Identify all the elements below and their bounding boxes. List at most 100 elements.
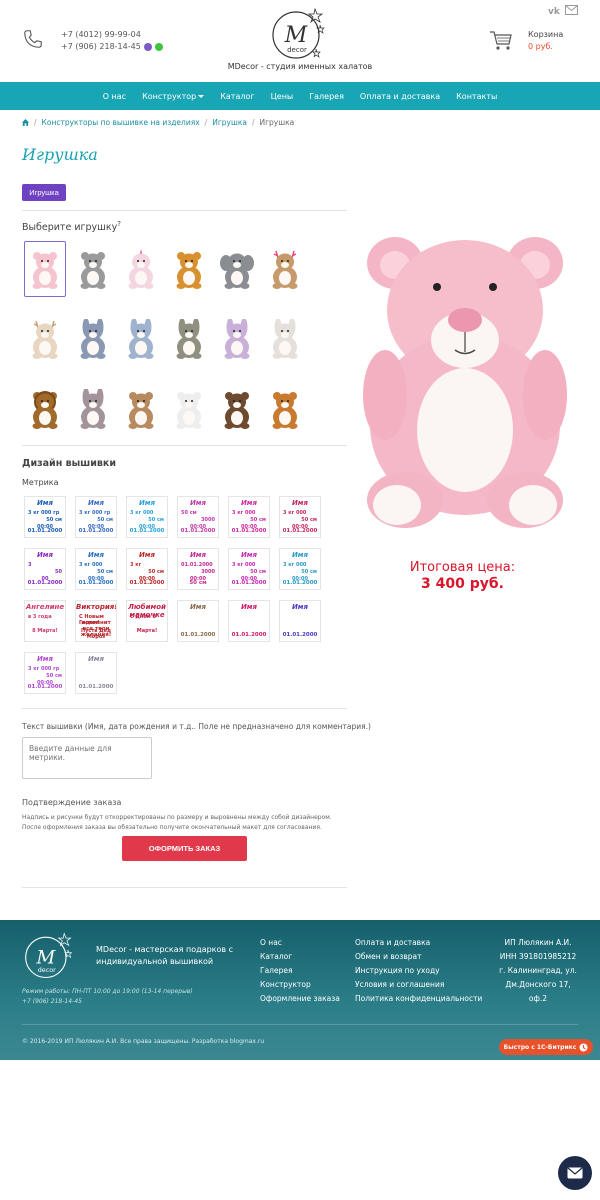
toy-option[interactable] — [72, 311, 114, 367]
footer-link-constructor[interactable]: Конструктор — [260, 978, 340, 992]
toy-option[interactable] — [264, 381, 306, 437]
design-option[interactable]: Имя 3 кг 000 50 см 01.01.2000 00:00 — [75, 548, 117, 590]
order-button[interactable]: ОФОРМИТЬ ЗАКАЗ — [122, 836, 247, 861]
chat-button[interactable] — [558, 1156, 592, 1190]
toy-option[interactable] — [120, 241, 162, 297]
design-option[interactable]: Имя 3 50 01.01.2000 00 — [24, 548, 66, 590]
design-text: 50 см — [181, 510, 197, 516]
footer-phone[interactable]: +7 (906) 218-14-45 — [22, 997, 193, 1007]
design-option[interactable]: Ангелине в 3 года 8 Марта! — [24, 600, 66, 642]
nav-catalog[interactable]: Каталог — [212, 92, 262, 101]
phone-2[interactable]: +7 (906) 218-14-45 — [61, 41, 141, 53]
social-links: vk — [548, 5, 578, 15]
mail-icon[interactable] — [565, 5, 578, 15]
choose-toy-label: Выберите игрушку? — [22, 220, 121, 233]
design-text: 00:00 — [241, 576, 257, 582]
phone-1[interactable]: +7 (4012) 99-99-04 — [61, 29, 163, 41]
nav-payment[interactable]: Оплата и доставка — [352, 92, 448, 101]
footer-link-returns[interactable]: Обмен и возврат — [355, 950, 482, 964]
toy-option[interactable] — [120, 311, 162, 367]
design-option[interactable]: Имя 01.01.2000 — [228, 600, 270, 642]
divider — [22, 445, 347, 446]
footer-link-care[interactable]: Инструкция по уходу — [355, 964, 482, 978]
design-option[interactable]: Имя 50 см 3000 01.01.2000 00:00 — [177, 496, 219, 538]
design-option[interactable]: Имя 3 кг 000 50 см 01.01.2000 00:00 — [228, 496, 270, 538]
page-title: Игрушка — [22, 145, 98, 164]
design-option[interactable]: Имя 01.01.2000 — [75, 652, 117, 694]
toy-option[interactable] — [168, 311, 210, 367]
footer-link-gallery[interactable]: Галерея — [260, 964, 340, 978]
toy-option[interactable] — [120, 381, 162, 437]
footer-link-terms[interactable]: Условия и соглашения — [355, 978, 482, 992]
toy-bunny-image — [272, 319, 298, 359]
toy-option[interactable] — [216, 381, 258, 437]
design-option[interactable]: Имя 3 кг 000 50 см 01.01.2000 00:00 — [126, 496, 168, 538]
footer-about: MDecor - мастерская подарков с индивидуа… — [96, 945, 234, 966]
design-text: 00:00 — [292, 576, 308, 582]
nav-constructor[interactable]: Конструктор — [134, 92, 212, 101]
design-text: 00:00 — [139, 524, 155, 530]
design-option[interactable]: Имя 3 кг 000 гр 50 см 01.01.2000 00:00 — [75, 496, 117, 538]
toy-tiger-image — [272, 392, 298, 429]
design-option[interactable]: Имя 01.01.2000 — [177, 600, 219, 642]
design-text: 00:00 — [139, 576, 155, 582]
design-text: 00:00 — [292, 524, 308, 530]
design-option[interactable]: Имя 3 кг 50 см 01.01.2000 00:00 — [126, 548, 168, 590]
toy-option[interactable] — [24, 311, 66, 367]
design-text: 50 см — [97, 517, 113, 523]
design-text: 50 см — [46, 517, 62, 523]
design-option[interactable]: Имя 3 кг 000 50 см 01.01.2000 00:00 — [228, 548, 270, 590]
toy-option[interactable] — [168, 241, 210, 297]
design-option[interactable]: Имя 01.01.2000 3000 50 см 00:00 — [177, 548, 219, 590]
nav-prices[interactable]: Цены — [263, 92, 302, 101]
category-tag-button[interactable]: Игрушка — [22, 184, 66, 201]
design-text: 50 см — [97, 569, 113, 575]
toy-option[interactable] — [24, 241, 66, 297]
breadcrumb: / Конструкторы по вышивке на изделиях / … — [22, 118, 294, 127]
bitrix-badge[interactable]: Быстро с 1С-Битрикс — [499, 1039, 593, 1055]
toy-option[interactable] — [72, 241, 114, 297]
toy-option[interactable] — [24, 381, 66, 437]
design-option[interactable]: Виктория! С Новым Годом! исполнит все твои… — [75, 600, 117, 642]
footer-link-order[interactable]: Оформление заказа — [260, 992, 340, 1006]
design-option[interactable]: Имя 3 кг 000 гр 50 см 01.01.2000 00:00 — [24, 496, 66, 538]
breadcrumb-constructors[interactable]: Конструкторы по вышивке на изделиях — [42, 118, 200, 127]
design-text: Ангелине — [25, 603, 65, 611]
design-text: 3 — [28, 562, 32, 568]
footer-link-payment[interactable]: Оплата и доставка — [355, 936, 482, 950]
footer-link-privacy[interactable]: Политика конфиденциальности — [355, 992, 482, 1006]
design-option[interactable]: Имя 01.01.2000 — [279, 600, 321, 642]
cart-icon[interactable] — [489, 29, 513, 51]
footer-link-catalog[interactable]: Каталог — [260, 950, 340, 964]
toy-option[interactable] — [168, 381, 210, 437]
design-option[interactable]: Имя 3 кг 000 гр 50 см 01.01.2000 00:00 — [24, 652, 66, 694]
viber-icon[interactable] — [143, 43, 152, 51]
cart-summary[interactable]: Корзина 0 руб. — [528, 29, 563, 53]
toy-option[interactable] — [264, 241, 306, 297]
design-text: 50 см — [148, 569, 164, 575]
choose-toy-text: Выберите игрушку — [22, 222, 118, 234]
nav-about[interactable]: О нас — [95, 92, 134, 101]
design-option[interactable]: Имя 3 кг 000 50 см 01.01.2000 00:00 — [279, 548, 321, 590]
toy-option[interactable] — [216, 311, 258, 367]
toy-option[interactable] — [72, 381, 114, 437]
vk-icon[interactable]: vk — [548, 5, 561, 15]
mail-icon — [567, 1167, 583, 1179]
help-icon[interactable]: ? — [117, 220, 121, 228]
design-option[interactable]: Любимой мамочке С Днём 8 Марта! — [126, 600, 168, 642]
home-icon[interactable] — [22, 119, 29, 126]
footer-link-about[interactable]: О нас — [260, 936, 340, 950]
breadcrumb-toy-category[interactable]: Игрушка — [212, 118, 247, 127]
embroidery-text-input[interactable] — [22, 737, 152, 779]
toy-bear-image — [32, 252, 58, 289]
whatsapp-icon[interactable] — [154, 43, 163, 51]
nav-gallery[interactable]: Галерея — [301, 92, 352, 101]
design-option[interactable]: Имя 3 кг 000 50 см 01.01.2000 00:00 — [279, 496, 321, 538]
logo[interactable]: M decor — [268, 5, 328, 61]
toy-giraffe-image — [176, 252, 202, 289]
toy-option[interactable] — [264, 311, 306, 367]
toy-unicorn-image — [128, 249, 154, 289]
nav-contacts[interactable]: Контакты — [448, 92, 505, 101]
footer-logo[interactable]: M decor — [22, 928, 77, 983]
toy-option[interactable] — [216, 241, 258, 297]
